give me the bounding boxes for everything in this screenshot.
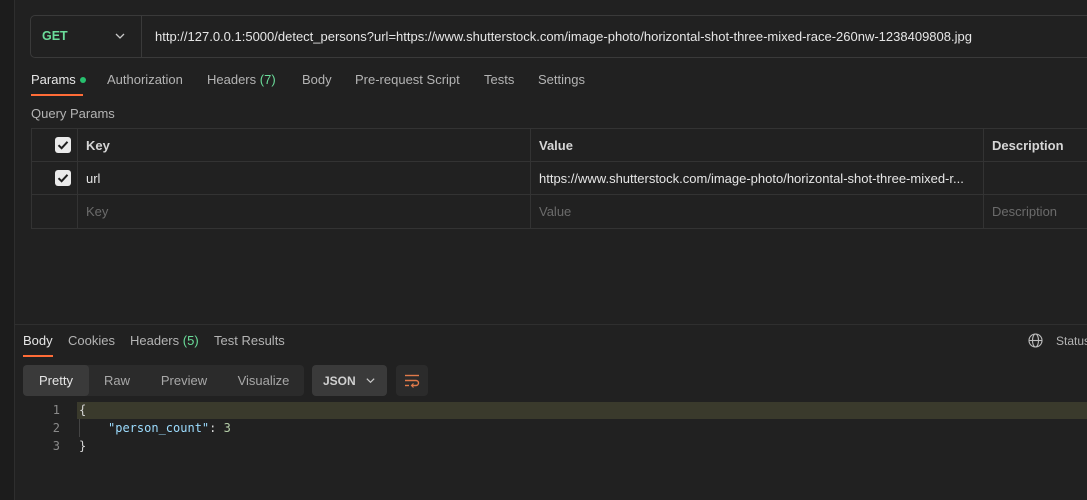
view-preview-button[interactable]: Preview (145, 365, 223, 396)
param-enabled-checkbox[interactable] (55, 170, 71, 186)
tab-settings[interactable]: Settings (538, 72, 585, 87)
select-all-checkbox[interactable] (55, 137, 71, 153)
view-raw-button[interactable]: Raw (89, 365, 145, 396)
new-param-value-field[interactable]: Value (531, 195, 983, 227)
json-key: "person_count" (108, 421, 210, 435)
view-visualize-button[interactable]: Visualize (223, 365, 304, 396)
json-open-brace[interactable]: { (79, 403, 86, 417)
key-column-header: Key (86, 137, 110, 153)
params-active-dot (79, 77, 86, 83)
json-line[interactable]: "person_count": 3 (108, 421, 231, 435)
table-row: Key Value Description (32, 195, 1087, 227)
json-colon: : (209, 421, 224, 435)
check-icon (57, 174, 69, 183)
tab-tests[interactable]: Tests (484, 72, 514, 87)
active-tab-indicator (31, 94, 83, 96)
method-label: GET (42, 29, 68, 43)
param-description-field[interactable] (984, 162, 1087, 194)
chevron-down-icon (115, 33, 125, 39)
chevron-down-icon (366, 378, 375, 384)
tab-pre-request-script[interactable]: Pre-request Script (355, 72, 460, 87)
globe-icon[interactable] (1028, 333, 1043, 348)
json-value: 3 (223, 421, 231, 435)
line-number: 1 (52, 403, 60, 417)
tab-params-label: Params (31, 72, 76, 87)
line-number: 2 (52, 421, 60, 435)
tab-body[interactable]: Body (302, 72, 332, 87)
response-tab-headers-label: Headers (130, 333, 180, 348)
indent-guide (79, 419, 80, 437)
response-tab-headers[interactable]: Headers (5) (130, 333, 199, 348)
tab-params[interactable]: Params (31, 72, 86, 87)
description-column-header: Description (992, 137, 1064, 153)
tab-headers[interactable]: Headers (7) (207, 72, 276, 87)
value-column-header: Value (539, 137, 573, 153)
url-input[interactable]: http://127.0.0.1:5000/detect_persons?url… (155, 29, 972, 44)
method-select[interactable]: GET (31, 16, 142, 57)
wrap-lines-button[interactable] (396, 365, 428, 396)
table-header-row: Key Value Description (32, 129, 1087, 162)
format-select[interactable]: JSON (312, 365, 387, 396)
response-tab-test-results[interactable]: Test Results (214, 333, 285, 348)
format-label: JSON (323, 374, 356, 388)
response-tab-cookies[interactable]: Cookies (68, 333, 115, 348)
param-value-field[interactable]: https://www.shutterstock.com/image-photo… (531, 162, 983, 194)
view-pretty-button[interactable]: Pretty (23, 365, 89, 396)
table-row: url https://www.shutterstock.com/image-p… (32, 162, 1087, 195)
line-number: 3 (52, 439, 60, 453)
check-icon (57, 141, 69, 150)
url-bar: GET http://127.0.0.1:5000/detect_persons… (30, 15, 1087, 58)
left-rail (0, 0, 15, 500)
wrap-lines-icon (405, 374, 420, 388)
view-mode-group: Pretty Raw Preview Visualize (23, 365, 304, 396)
response-tab-body[interactable]: Body (23, 333, 53, 348)
response-active-tab-indicator (23, 355, 53, 357)
tab-headers-label: Headers (207, 72, 257, 87)
query-params-table: Key Value Description url https://www.sh… (31, 128, 1087, 229)
current-line-highlight (77, 402, 1087, 419)
new-param-description-field[interactable]: Description (984, 195, 1087, 227)
response-divider[interactable] (14, 324, 1087, 325)
new-param-key-field[interactable]: Key (78, 195, 530, 227)
json-close-brace[interactable]: } (79, 439, 86, 453)
tab-headers-count: (7) (259, 72, 276, 87)
param-key-field[interactable]: url (78, 162, 530, 194)
query-params-title: Query Params (31, 106, 115, 121)
status-label: Status (1056, 334, 1087, 348)
tab-authorization[interactable]: Authorization (107, 72, 183, 87)
response-tab-headers-count: (5) (182, 333, 199, 348)
